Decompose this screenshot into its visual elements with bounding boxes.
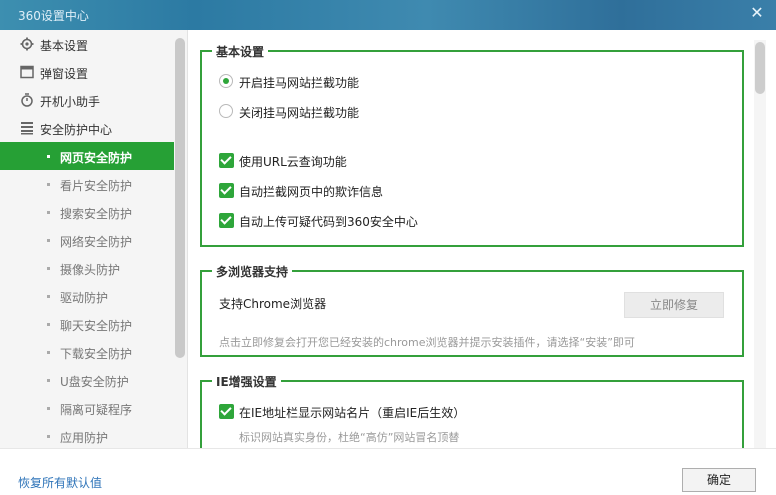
window-title: 360设置中心 [18,9,89,23]
checkbox[interactable] [219,183,234,198]
content-scrollbar-thumb[interactable] [755,42,765,94]
sidebar-subitem-label: 下载安全防护 [60,347,133,361]
group-title: 多浏览器支持 [212,263,293,280]
sidebar-subitem-label: 网络安全防护 [60,235,133,249]
repair-now-button[interactable]: 立即修复 [624,292,724,318]
sidebar-subitem-quarantine[interactable]: 隔离可疑程序 [0,394,174,422]
power-timer-icon [21,93,33,107]
bullet-icon [47,351,50,354]
ie-enhancement-group: IE增强设置 在IE地址栏显示网站名片（重启IE后生效） 标识网站真实身份，杜绝… [200,373,744,448]
sidebar-subitem-label: 隔离可疑程序 [60,403,133,417]
bullet-icon [47,267,50,270]
bullet-icon [47,407,50,410]
sidebar-subitem-chat-protection[interactable]: 聊天安全防护 [0,310,174,338]
checkbox[interactable] [219,153,234,168]
sidebar-subitem-label: 驱动防护 [60,291,109,305]
sidebar-subitem-video-protection[interactable]: 看片安全防护 [0,170,174,198]
footer: 恢复所有默认值 确定 [0,448,776,495]
sidebar-item-label: 基本设置 [40,39,89,53]
ie-hint-text: 标识网站真实身份，杜绝“高仿”网站冒名顶替 [239,431,460,444]
sidebar-subitem-usb-protection[interactable]: U盘安全防护 [0,366,174,394]
bullet-icon [47,379,50,382]
bullet-icon [47,239,50,242]
basic-settings-group: 基本设置 开启挂马网站拦截功能 关闭挂马网站拦截功能 使用URL云查询功能 自动… [200,43,744,247]
chrome-hint-text: 点击立即修复会打开您已经安装的chrome浏览器并提示安装插件，请选择“安装”即… [219,336,635,349]
ok-button[interactable]: 确定 [682,468,756,492]
sidebar-subitem-search-protection[interactable]: 搜索安全防护 [0,198,174,226]
sidebar-subitem-download-protection[interactable]: 下载安全防护 [0,338,174,366]
title-bar: 360设置中心 ✕ [0,0,776,30]
radio-button[interactable] [219,104,233,118]
sidebar-item-startup-assistant[interactable]: 开机小助手 [0,86,174,114]
multi-browser-group: 多浏览器支持 支持Chrome浏览器 立即修复 点击立即修复会打开您已经安装的c… [200,263,744,357]
checkbox-label: 自动上传可疑代码到360安全中心 [239,215,418,229]
radio-label: 开启挂马网站拦截功能 [239,76,360,90]
sidebar-item-basic-settings[interactable]: 基本设置 [0,30,174,58]
bullet-icon [47,211,50,214]
radio-label: 关闭挂马网站拦截功能 [239,106,360,120]
checkbox-label: 自动拦截网页中的欺诈信息 [239,185,384,199]
chrome-support-label: 支持Chrome浏览器 [219,297,327,311]
checkbox[interactable] [219,404,234,419]
bullet-icon [47,295,50,298]
bullet-icon [47,155,50,158]
sidebar-list: 基本设置 弹窗设置 开机小助手 安全防护中心 网页安全防护 看片安全防护 搜索安… [0,30,174,450]
sidebar-subitem-label: 网页安全防护 [60,151,133,165]
sidebar-subitem-camera-protection[interactable]: 摄像头防护 [0,254,174,282]
group-title: 基本设置 [212,43,269,60]
sidebar-item-label: 开机小助手 [40,95,101,109]
sidebar-item-security-center[interactable]: 安全防护中心 [0,114,174,142]
sidebar-item-label: 弹窗设置 [40,67,89,81]
sidebar-subitem-web-protection[interactable]: 网页安全防护 [0,142,174,170]
sidebar-subitem-app-protection[interactable]: 应用防护 [0,422,174,450]
checkbox-label: 在IE地址栏显示网站名片（重启IE后生效） [239,406,466,420]
checkbox-label: 使用URL云查询功能 [239,155,347,169]
sidebar: 基本设置 弹窗设置 开机小助手 安全防护中心 网页安全防护 看片安全防护 搜索安… [0,30,188,448]
sidebar-subitem-label: 应用防护 [60,431,109,445]
sidebar-item-popup-settings[interactable]: 弹窗设置 [0,58,174,86]
sidebar-item-label: 安全防护中心 [40,123,113,137]
bullet-icon [47,183,50,186]
content-scrollbar-track[interactable] [754,40,766,448]
close-icon[interactable]: ✕ [748,4,766,22]
bullet-icon [47,323,50,326]
checkbox[interactable] [219,213,234,228]
sidebar-subitem-label: 看片安全防护 [60,179,133,193]
restore-defaults-link[interactable]: 恢复所有默认值 [18,474,102,491]
sidebar-subitem-label: 聊天安全防护 [60,319,133,333]
sidebar-subitem-network-protection[interactable]: 网络安全防护 [0,226,174,254]
shield-grid-icon [21,122,33,135]
sidebar-subitem-driver-protection[interactable]: 驱动防护 [0,282,174,310]
settings-content: 基本设置 开启挂马网站拦截功能 关闭挂马网站拦截功能 使用URL云查询功能 自动… [188,30,776,448]
sidebar-scrollbar[interactable] [175,38,185,358]
sidebar-subitem-label: U盘安全防护 [60,375,129,389]
gear-icon [20,37,34,51]
sidebar-subitem-label: 摄像头防护 [60,263,121,277]
group-title: IE增强设置 [212,373,281,390]
window-icon [20,65,34,79]
radio-button[interactable] [219,74,233,88]
bullet-icon [47,435,50,438]
sidebar-subitem-label: 搜索安全防护 [60,207,133,221]
